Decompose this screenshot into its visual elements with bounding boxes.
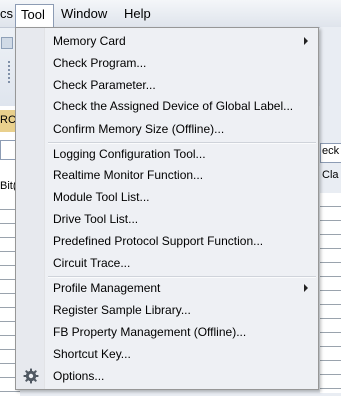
menu-item-label: Options... — [53, 369, 105, 383]
menu-item-label: FB Property Management (Offline)... — [53, 325, 247, 339]
menu-item-profile-management[interactable]: Profile Management — [18, 277, 316, 299]
menu-item-memory-card[interactable]: Memory Card — [18, 30, 316, 52]
menu-item-check-program[interactable]: Check Program... — [18, 52, 316, 74]
menu-item-check-assigned-device[interactable]: Check the Assigned Device of Global Labe… — [18, 95, 316, 117]
right-column-header: Cla — [322, 169, 339, 181]
menu-item-label: Circuit Trace... — [53, 256, 131, 270]
right-check-text[interactable]: eck — [322, 145, 339, 157]
menu-item-label: Check the Assigned Device of Global Labe… — [53, 99, 294, 113]
menu-item-confirm-memory-size[interactable]: Confirm Memory Size (Offline)... — [18, 118, 316, 140]
menu-help[interactable]: Help — [118, 4, 157, 23]
menu-item-shortcut-key[interactable]: Shortcut Key... — [18, 343, 316, 365]
toolbar-separator — [8, 61, 10, 83]
gear-icon — [23, 368, 39, 384]
menu-item-label: Memory Card — [53, 34, 126, 48]
menu-bar: cs Tool Window Help — [0, 0, 341, 28]
menu-item-label: Profile Management — [53, 281, 161, 295]
menu-window[interactable]: Window — [55, 4, 113, 23]
menu-item-label: Confirm Memory Size (Offline)... — [53, 122, 225, 136]
menu-item-label: Predefined Protocol Support Function... — [53, 234, 264, 248]
menu-item-label: Module Tool List... — [53, 190, 150, 204]
menu-item-label: Logging Configuration Tool... — [53, 147, 206, 161]
menu-item-label: Register Sample Library... — [53, 303, 191, 317]
submenu-arrow-icon — [304, 284, 308, 292]
menu-item-label: Realtime Monitor Function... — [53, 168, 204, 182]
menu-item-options[interactable]: Options... — [18, 365, 316, 387]
menu-item-label: Drive Tool List... — [53, 212, 139, 226]
menu-item-label: Check Program... — [53, 56, 147, 70]
menu-tool[interactable]: Tool — [15, 4, 54, 28]
menu-item-fb-property-management[interactable]: FB Property Management (Offline)... — [18, 321, 316, 343]
menu-item-realtime-monitor[interactable]: Realtime Monitor Function... — [18, 164, 316, 186]
right-panel: eck Cla — [320, 27, 341, 393]
menu-item-logging-configuration[interactable]: Logging Configuration Tool... — [18, 143, 316, 165]
toolbar-icon[interactable] — [1, 37, 13, 49]
menu-item-register-sample-library[interactable]: Register Sample Library... — [18, 299, 316, 321]
tool-menu-dropdown: Memory Card Check Program... Check Param… — [15, 27, 319, 390]
menu-item-module-tool-list[interactable]: Module Tool List... — [18, 186, 316, 208]
menu-item-label: Shortcut Key... — [53, 347, 131, 361]
menu-item-drive-tool-list[interactable]: Drive Tool List... — [18, 208, 316, 230]
menu-item-circuit-trace[interactable]: Circuit Trace... — [18, 252, 316, 274]
menu-item-check-parameter[interactable]: Check Parameter... — [18, 74, 316, 96]
right-grid — [320, 193, 341, 393]
menu-item-label: Check Parameter... — [53, 78, 156, 92]
menu-item-predefined-protocol[interactable]: Predefined Protocol Support Function... — [18, 230, 316, 252]
submenu-arrow-icon — [304, 37, 308, 45]
panel-header-text: RC — [0, 114, 16, 126]
